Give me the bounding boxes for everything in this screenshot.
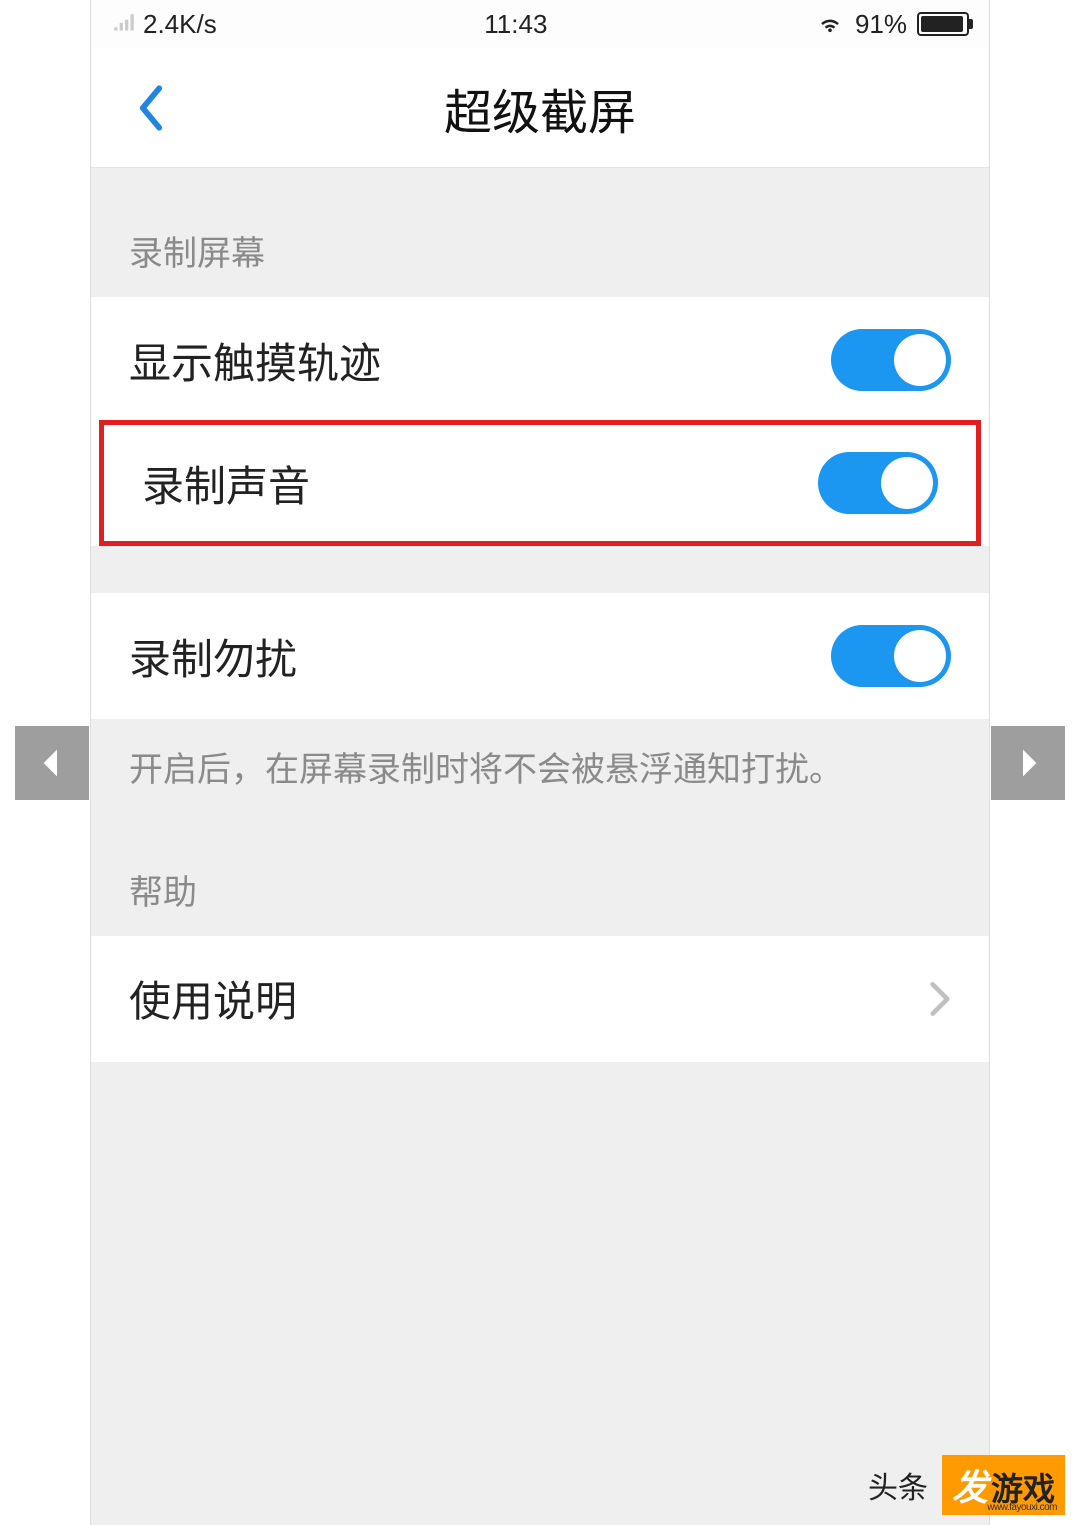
network-speed: 2.4K/s	[143, 9, 217, 40]
settings-group-record: 显示触摸轨迹 录制声音	[91, 297, 989, 546]
chevron-right-icon	[929, 980, 951, 1018]
row-label: 显示触摸轨迹	[129, 330, 381, 391]
battery-percent: 91%	[855, 9, 907, 40]
chevron-left-icon	[137, 85, 165, 131]
toggle-record-dnd[interactable]	[831, 625, 951, 687]
row-label: 录制勿扰	[129, 626, 297, 687]
row-record-sound[interactable]: 录制声音	[99, 420, 981, 546]
wifi-icon	[815, 9, 845, 39]
gallery-prev-button[interactable]	[15, 726, 89, 800]
settings-group-help: 使用说明	[91, 936, 989, 1062]
section-header-help: 帮助	[91, 845, 989, 936]
section-header-record: 录制屏幕	[91, 168, 989, 297]
row-show-touch-trace[interactable]: 显示触摸轨迹	[91, 297, 989, 423]
network-icon	[111, 11, 137, 37]
toggle-show-touch-trace[interactable]	[831, 329, 951, 391]
source-label: 头条	[868, 1463, 928, 1507]
status-time: 11:43	[484, 9, 547, 40]
page-title: 超级截屏	[91, 73, 989, 143]
row-label: 使用说明	[129, 968, 297, 1029]
arrow-left-icon	[32, 743, 72, 783]
phone-screenshot: 2.4K/s 11:43 91% 超级截屏 录制屏幕 显示触摸轨迹 录制声音 录…	[90, 0, 990, 1525]
battery-icon	[917, 12, 969, 36]
gallery-next-button[interactable]	[991, 726, 1065, 800]
status-bar: 2.4K/s 11:43 91%	[91, 0, 989, 48]
row-record-dnd[interactable]: 录制勿扰	[91, 593, 989, 719]
row-usage-instructions[interactable]: 使用说明	[91, 936, 989, 1062]
gallery-page-counter: 4 / 4	[22, 22, 84, 59]
back-button[interactable]	[126, 83, 176, 133]
row-label: 录制声音	[142, 453, 310, 514]
site-logo: 发 游戏 www.fayouxi.com	[942, 1455, 1065, 1515]
settings-group-dnd: 录制勿扰	[91, 593, 989, 719]
nav-header: 超级截屏	[91, 48, 989, 168]
arrow-right-icon	[1008, 743, 1048, 783]
watermark-overlay: 头条 发 游戏 www.fayouxi.com	[868, 1455, 1065, 1515]
dnd-footer-note: 开启后，在屏幕录制时将不会被悬浮通知打扰。	[91, 719, 989, 845]
toggle-record-sound[interactable]	[818, 452, 938, 514]
